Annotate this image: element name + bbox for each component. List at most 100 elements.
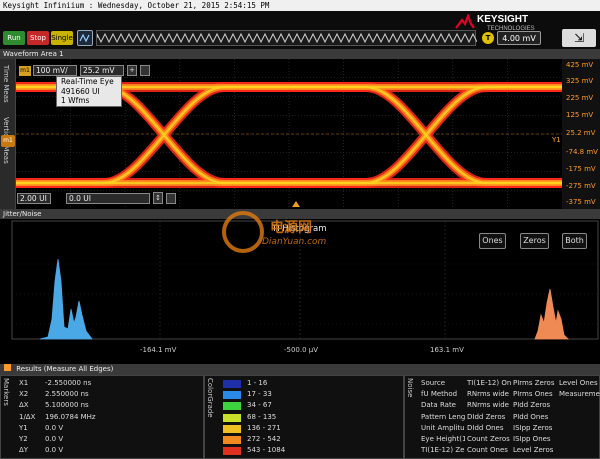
marker-label: X1 [19, 379, 29, 387]
brand-name: KEYSIGHT [477, 14, 529, 25]
noise-panel: Noise Source fU Method Data Rate Pattern Le… [404, 375, 600, 459]
y-tick-label: -275 mV [566, 182, 596, 190]
x-tick-label: -164.1 mV [140, 346, 177, 354]
watermark-logo [222, 211, 264, 253]
tooltip-line-1: Real-Time Eye [61, 77, 114, 86]
both-button[interactable]: Both [562, 233, 587, 249]
x-tick-label: -500.0 µV [284, 346, 319, 354]
colorgrade-range: 1 - 16 [247, 379, 268, 387]
colorgrade-swatch [223, 380, 241, 388]
ones-button[interactable]: Ones [479, 233, 506, 249]
run-button[interactable]: Run [3, 31, 25, 45]
horizontal-offset-field[interactable]: 0.0 UI [66, 193, 150, 204]
tooltip-line-2: 491660 UI [61, 86, 100, 96]
marker-label: Y2 [19, 435, 28, 443]
noise-item[interactable]: RNrms wide [467, 390, 511, 398]
autoscale-icon[interactable] [77, 30, 93, 46]
watermark-text: DianYuan.com [262, 237, 327, 247]
colorgrade-swatch [223, 391, 241, 400]
noise-item[interactable]: TI(1E-12) Zer [421, 446, 465, 454]
tab-time-meas[interactable]: Time Meas [2, 65, 10, 103]
brand-sub: TECHNOLOGIES [487, 26, 535, 32]
noise-item[interactable]: PIdd Ones [513, 413, 557, 421]
y-tick-label: 25.2 mV [566, 129, 596, 137]
channel-marker-badge[interactable]: m1 [1, 135, 15, 147]
colorgrade-panel: ColorGrade 1 - 16 17 - 33 34 - 67 68 - 135 1… [204, 375, 404, 459]
zeros-button[interactable]: Zeros [520, 233, 549, 249]
channel-menu-icon[interactable] [140, 65, 150, 76]
noise-item[interactable]: Count Zeros [467, 435, 511, 443]
noise-item[interactable]: Pattern Leng [421, 413, 465, 421]
noise-item[interactable]: fU Method [421, 390, 465, 398]
horizontal-scale-field[interactable]: 2.00 UI [17, 193, 51, 204]
waveform-side-tabs: Time Meas Vertical Meas m1 [0, 59, 16, 209]
waveform-y-axis: 425 mV 325 mV 225 mV 125 mV 25.2 mV -74.… [552, 59, 600, 209]
jitter-panel: TI Histogram Ones Zeros Both -164.1 mV -… [0, 211, 600, 364]
marker-value: 5.100000 ns [45, 401, 89, 410]
marker-value: 0.0 V [45, 423, 64, 432]
colorgrade-swatch [223, 402, 241, 411]
single-button[interactable]: Single [51, 31, 73, 45]
noise-item[interactable]: ISIpp Zeros [513, 424, 557, 432]
colorgrade-range: 34 - 67 [247, 401, 272, 410]
stop-button[interactable]: Stop [27, 31, 49, 45]
marker-label: 1/ΔX [19, 412, 36, 421]
noise-item[interactable]: PIrms Ones [513, 390, 557, 398]
y-tick-label: 425 mV [566, 61, 594, 69]
results-title: Results (Measure All Edges) [16, 365, 114, 373]
noise-item[interactable]: Data Rate [421, 401, 465, 409]
trigger-waveform-strip[interactable] [96, 30, 478, 46]
colorgrade-swatch [223, 413, 241, 422]
tab-markers[interactable]: Markers [2, 378, 10, 406]
tooltip-line-3: 1 Wfms [61, 96, 90, 105]
marker-value: 0.0 V [45, 446, 64, 455]
noise-item[interactable]: Count Ones [467, 446, 511, 454]
watermark-cn: 电源网 [270, 220, 312, 236]
y-tick-label: -74.8 mV [566, 148, 598, 156]
tab-colorgrade[interactable]: ColorGrade [206, 378, 214, 418]
colorgrade-range: 68 - 135 [247, 412, 277, 421]
noise-item[interactable]: ISIpp Ones [513, 435, 557, 443]
horizontal-stepper-icon[interactable]: ↕ [153, 192, 163, 204]
horizontal-menu-icon[interactable] [166, 193, 176, 204]
y-tick-label: -375 mV [566, 198, 596, 206]
y-tick-label: 225 mV [566, 94, 594, 102]
y-tick-label: 325 mV [566, 77, 594, 85]
noise-item[interactable]: Measuremer [559, 390, 600, 398]
marker-label: ΔY [19, 446, 29, 455]
noise-item[interactable]: PIrms Zeros [513, 379, 557, 387]
y-tick-label: 125 mV [566, 111, 594, 119]
noise-item[interactable]: TI(1E-12) On [467, 379, 511, 387]
colorgrade-range: 136 - 271 [247, 423, 281, 432]
vertical-offset-field[interactable]: 25.2 mV [80, 65, 124, 76]
y1-marker-label: Y1 [552, 136, 561, 144]
vertical-scale-field[interactable]: 100 mV/ [33, 65, 77, 76]
noise-item[interactable]: PIdd Zeros [513, 401, 557, 409]
noise-item[interactable]: Eye Height(1 [421, 435, 465, 443]
measurement-tooltip: Real-Time Eye 491660 UI 1 Wfms [56, 76, 122, 107]
keysight-wave-icon [455, 14, 475, 29]
results-indicator-icon [4, 364, 11, 371]
y-tick-label: -175 mV [566, 165, 596, 173]
waveform-plot[interactable]: m1 100 mV/ 25.2 mV + Real-Time Eye 49166… [16, 59, 562, 209]
trigger-position-icon[interactable] [292, 201, 300, 207]
noise-item[interactable]: Source [421, 379, 465, 387]
marker-label: ΔX [19, 401, 29, 410]
marker-value: -2.550000 ns [45, 379, 92, 387]
colorgrade-range: 543 - 1084 [247, 446, 286, 455]
noise-item[interactable]: RNrms wide [467, 401, 511, 409]
colorgrade-swatch [223, 436, 241, 444]
tab-noise[interactable]: Noise [406, 378, 414, 397]
marker-value: 2.550000 ns [45, 390, 89, 399]
noise-item[interactable]: Level Zeros [513, 446, 557, 454]
toolbar: Run Stop Single T 4.00 mV ⇲ KEYSIGHT TEC… [0, 11, 600, 49]
marker-label: X2 [19, 390, 29, 399]
colorgrade-swatch [223, 424, 241, 433]
scale-stepper-icon[interactable]: + [127, 65, 137, 76]
noise-item[interactable]: Unit Amplitu [421, 424, 465, 432]
marker-value: 196.0784 MHz [45, 412, 96, 421]
colorgrade-range: 272 - 542 [247, 435, 281, 443]
noise-item[interactable]: DIdd Ones [467, 424, 511, 432]
noise-item[interactable]: DIdd Zeros [467, 413, 511, 421]
noise-item[interactable]: Level Ones [559, 379, 600, 387]
